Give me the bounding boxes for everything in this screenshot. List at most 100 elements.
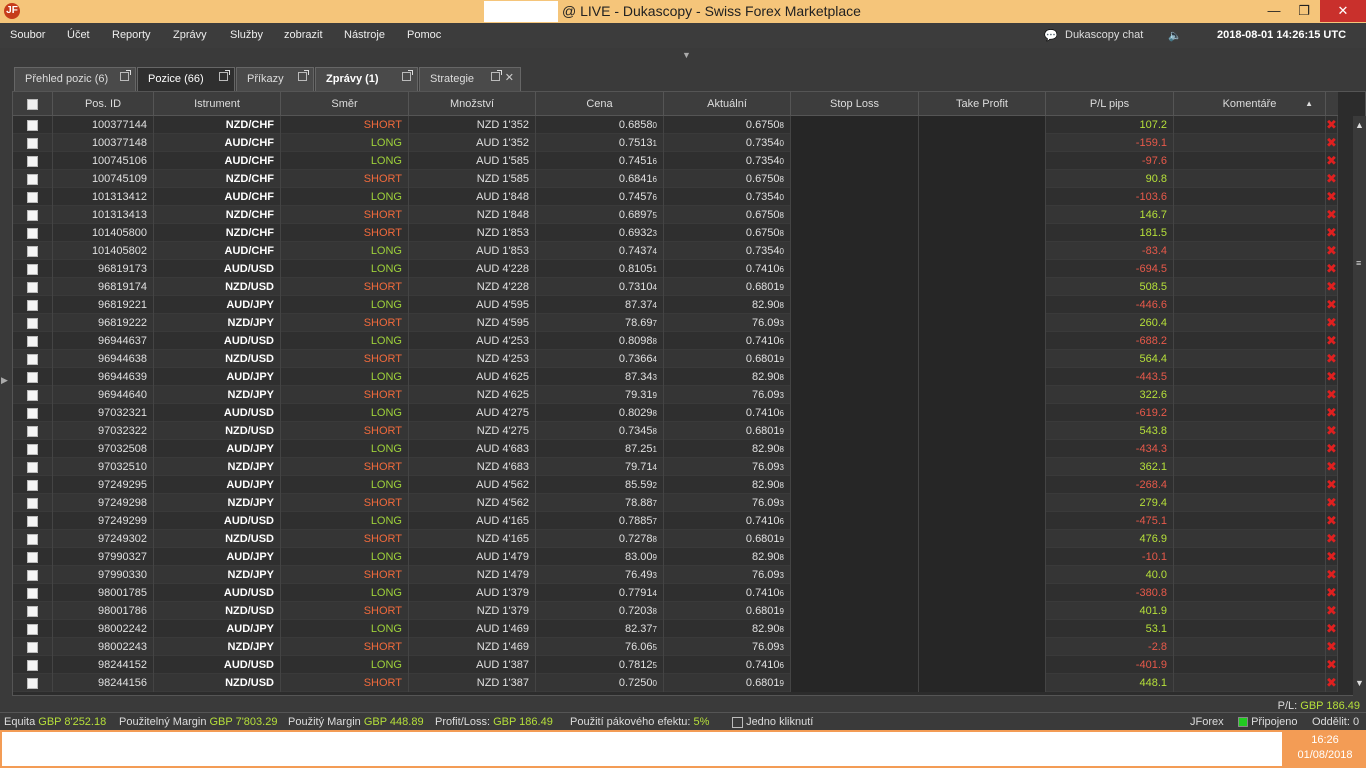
row-select[interactable]: [13, 602, 53, 620]
close-position-icon[interactable]: ✖: [1326, 224, 1338, 242]
cell-take-profit[interactable]: [919, 548, 1046, 566]
cell-comment[interactable]: [1174, 314, 1326, 332]
table-row[interactable]: 97249295 AUD/JPY LONG AUD 4'562 85.592 82.908…: [13, 476, 1338, 494]
cell-stop-loss[interactable]: [791, 134, 919, 152]
scroll-up-icon[interactable]: ▲: [1355, 120, 1364, 130]
scroll-down-icon[interactable]: ▼: [1355, 678, 1364, 688]
checkbox-icon[interactable]: [27, 227, 38, 239]
cell-stop-loss[interactable]: [791, 620, 919, 638]
cell-comment[interactable]: [1174, 674, 1326, 692]
cell-take-profit[interactable]: [919, 278, 1046, 296]
col-pl-pips[interactable]: P/L pips: [1046, 92, 1174, 116]
checkbox-icon[interactable]: [27, 335, 38, 347]
table-row[interactable]: 98001786 NZD/USD SHORT NZD 1'379 0.72038 0.68…: [13, 602, 1338, 620]
cell-stop-loss[interactable]: [791, 602, 919, 620]
chat-button[interactable]: Dukascopy chat: [1065, 29, 1143, 41]
close-position-icon[interactable]: ✖: [1326, 620, 1338, 638]
close-position-icon[interactable]: ✖: [1326, 386, 1338, 404]
table-row[interactable]: 100377148 AUD/CHF LONG AUD 1'352 0.75131 0.73…: [13, 134, 1338, 152]
row-select[interactable]: [13, 458, 53, 476]
cell-take-profit[interactable]: [919, 512, 1046, 530]
row-select[interactable]: [13, 476, 53, 494]
col-price[interactable]: Cena: [536, 92, 664, 116]
menu-ucet[interactable]: Účet: [67, 29, 90, 41]
close-position-icon[interactable]: ✖: [1326, 566, 1338, 584]
cell-take-profit[interactable]: [919, 170, 1046, 188]
row-select[interactable]: [13, 278, 53, 296]
table-row[interactable]: 96944638 NZD/USD SHORT NZD 4'253 0.73664 0.68…: [13, 350, 1338, 368]
menu-zobrazit[interactable]: zobrazit: [284, 29, 323, 41]
table-row[interactable]: 97990330 NZD/JPY SHORT NZD 1'479 76.493 76.09…: [13, 566, 1338, 584]
cell-stop-loss[interactable]: [791, 494, 919, 512]
select-all-checkbox[interactable]: [13, 92, 53, 116]
close-position-icon[interactable]: ✖: [1326, 242, 1338, 260]
close-position-icon[interactable]: ✖: [1326, 494, 1338, 512]
checkbox-icon[interactable]: [27, 119, 38, 131]
cell-comment[interactable]: [1174, 206, 1326, 224]
popout-icon[interactable]: [298, 70, 309, 81]
cell-comment[interactable]: [1174, 278, 1326, 296]
row-select[interactable]: [13, 494, 53, 512]
tab-zpravy[interactable]: Zprávy (1): [315, 67, 418, 91]
checkbox-icon[interactable]: [27, 317, 38, 329]
col-pos-id[interactable]: Pos. ID: [53, 92, 154, 116]
table-row[interactable]: 101405802 AUD/CHF LONG AUD 1'853 0.74374 0.73…: [13, 242, 1338, 260]
close-position-icon[interactable]: ✖: [1326, 350, 1338, 368]
checkbox-icon[interactable]: [27, 191, 38, 203]
cell-comment[interactable]: [1174, 638, 1326, 656]
cell-take-profit[interactable]: [919, 494, 1046, 512]
row-select[interactable]: [13, 242, 53, 260]
tab-prehled-pozic[interactable]: Přehled pozic (6): [14, 67, 136, 91]
checkbox-icon[interactable]: [27, 137, 38, 149]
cell-comment[interactable]: [1174, 260, 1326, 278]
cell-take-profit[interactable]: [919, 116, 1046, 134]
menu-nastroje[interactable]: Nástroje: [344, 29, 385, 41]
checkbox-icon[interactable]: [27, 479, 38, 491]
cell-stop-loss[interactable]: [791, 566, 919, 584]
table-row[interactable]: 96944639 AUD/JPY LONG AUD 4'625 87.343 82.908…: [13, 368, 1338, 386]
table-row[interactable]: 98001785 AUD/USD LONG AUD 1'379 0.77914 0.741…: [13, 584, 1338, 602]
row-select[interactable]: [13, 404, 53, 422]
cell-comment[interactable]: [1174, 350, 1326, 368]
one-click-toggle[interactable]: Jedno kliknutí: [732, 716, 813, 728]
popout-icon[interactable]: [402, 70, 413, 81]
close-position-icon[interactable]: ✖: [1326, 584, 1338, 602]
checkbox-icon[interactable]: [27, 407, 38, 419]
cell-stop-loss[interactable]: [791, 404, 919, 422]
restore-icon[interactable]: ❐: [1289, 0, 1319, 22]
cell-comment[interactable]: [1174, 134, 1326, 152]
cell-comment[interactable]: [1174, 530, 1326, 548]
row-select[interactable]: [13, 314, 53, 332]
cell-take-profit[interactable]: [919, 620, 1046, 638]
cell-comment[interactable]: [1174, 404, 1326, 422]
checkbox-icon[interactable]: [27, 371, 38, 383]
row-select[interactable]: [13, 350, 53, 368]
checkbox-icon[interactable]: [27, 245, 38, 257]
col-comments[interactable]: Komentáře ▲: [1174, 92, 1326, 116]
cell-take-profit[interactable]: [919, 368, 1046, 386]
checkbox-icon[interactable]: [27, 641, 38, 653]
row-select[interactable]: [13, 530, 53, 548]
cell-comment[interactable]: [1174, 224, 1326, 242]
cell-take-profit[interactable]: [919, 422, 1046, 440]
table-row[interactable]: 101313412 AUD/CHF LONG AUD 1'848 0.74576 0.73…: [13, 188, 1338, 206]
cell-comment[interactable]: [1174, 188, 1326, 206]
checkbox-icon[interactable]: [27, 461, 38, 473]
cell-comment[interactable]: [1174, 242, 1326, 260]
table-row[interactable]: 98002243 NZD/JPY SHORT NZD 1'469 76.065 76.09…: [13, 638, 1338, 656]
cell-comment[interactable]: [1174, 422, 1326, 440]
table-row[interactable]: 97249299 AUD/USD LONG AUD 4'165 0.78857 0.741…: [13, 512, 1338, 530]
close-position-icon[interactable]: ✖: [1326, 548, 1338, 566]
cell-take-profit[interactable]: [919, 602, 1046, 620]
cell-stop-loss[interactable]: [791, 188, 919, 206]
col-current[interactable]: Aktuální: [664, 92, 791, 116]
col-direction[interactable]: Směr: [281, 92, 409, 116]
table-row[interactable]: 97032510 NZD/JPY SHORT NZD 4'683 79.714 76.09…: [13, 458, 1338, 476]
menu-soubor[interactable]: Soubor: [10, 29, 45, 41]
cell-comment[interactable]: [1174, 152, 1326, 170]
cell-take-profit[interactable]: [919, 440, 1046, 458]
close-position-icon[interactable]: ✖: [1326, 170, 1338, 188]
checkbox-icon[interactable]: [27, 281, 38, 293]
row-select[interactable]: [13, 188, 53, 206]
col-instrument[interactable]: Istrument: [154, 92, 281, 116]
